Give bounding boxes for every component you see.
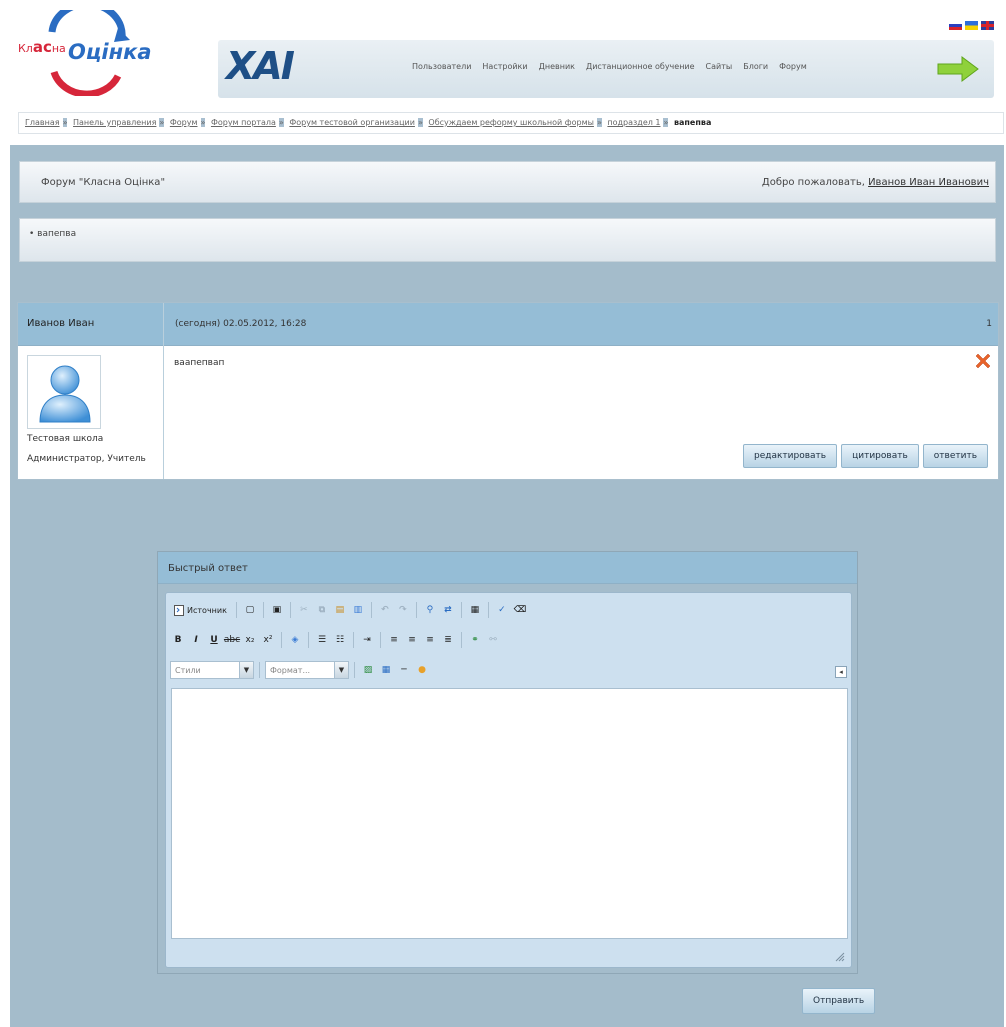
template-icon[interactable]: ▣ <box>269 602 285 618</box>
redo-icon[interactable]: ↷ <box>395 602 411 618</box>
current-user-link[interactable]: Иванов Иван Иванович <box>868 177 989 188</box>
remove-format-icon[interactable]: ⌫ <box>512 602 528 618</box>
topic-title: • вапепва <box>29 229 77 239</box>
bulleted-list-icon[interactable]: ☷ <box>332 632 348 648</box>
nav-item-sites[interactable]: Сайты <box>706 62 733 71</box>
breadcrumb-subsection[interactable]: подраздел 1 <box>607 118 660 127</box>
nav-item-diary[interactable]: Дневник <box>539 62 575 71</box>
justify-icon[interactable]: ≣ <box>440 632 456 648</box>
ua-flag-icon[interactable] <box>965 21 978 30</box>
post-author-info: Тестовая школа Администратор, Учитель <box>18 346 164 479</box>
submit-button[interactable]: Отправить <box>802 988 876 1014</box>
editor-toolbar-row-1: Источник ▢ ▣ ✂ ⧉ ▤ ▥ ↶ ↷ ⚲ ⇄ ▦ ✓ ⌫ <box>170 600 528 620</box>
quick-reply-title: Быстрый ответ <box>158 552 857 584</box>
cut-icon[interactable]: ✂ <box>296 602 312 618</box>
numbered-list-icon[interactable]: ☰ <box>314 632 330 648</box>
partner-logo[interactable]: ХАІ <box>226 44 295 88</box>
breadcrumb-portal-forum[interactable]: Форум портала <box>211 118 276 127</box>
editor-toolbar-row-3: Стили ▼ Формат... ▼ ▨ ▦ ─ ● <box>170 660 430 680</box>
align-left-icon[interactable]: ≡ <box>386 632 402 648</box>
forum-header-bar: Форум "Класна Оцінка" Добро пожаловать, … <box>19 161 996 203</box>
align-center-icon[interactable]: ≡ <box>404 632 420 648</box>
breadcrumb-current: вапепва <box>673 118 712 127</box>
replace-icon[interactable]: ⇄ <box>440 602 456 618</box>
welcome-message: Добро пожаловать, Иванов Иван Иванович <box>761 177 989 188</box>
collapse-toolbar-button[interactable]: ◂ <box>835 666 847 678</box>
copy-icon[interactable]: ⧉ <box>314 602 330 618</box>
chevron-down-icon: ▼ <box>239 662 253 678</box>
top-navigation: ХАІ Пользователи Настройки Дневник Диста… <box>218 40 994 98</box>
nav-item-settings[interactable]: Настройки <box>482 62 527 71</box>
breadcrumb: Главная» Панель управления» Форум» Форум… <box>18 112 1004 134</box>
nav-item-distance-learning[interactable]: Дистанционное обучение <box>586 62 695 71</box>
breadcrumb-test-org-forum[interactable]: Форум тестовой организации <box>289 118 415 127</box>
chevron-down-icon: ▼ <box>334 662 348 678</box>
nav-item-users[interactable]: Пользователи <box>412 62 471 71</box>
eraser-icon[interactable]: ◈ <box>287 632 303 648</box>
post-actions: редактировать цитировать ответить <box>743 444 988 468</box>
quick-reply-panel: Быстрый ответ Источник ▢ ▣ ✂ ⧉ ▤ ▥ ↶ ↷ ⚲… <box>157 551 858 974</box>
author-school: Тестовая школа <box>27 434 104 444</box>
breadcrumb-forum[interactable]: Форум <box>170 118 198 127</box>
site-logo[interactable]: Класна Оцінка <box>14 10 174 96</box>
breadcrumb-reform-topic[interactable]: Обсуждаем реформу школьной формы <box>428 118 594 127</box>
paste-text-icon[interactable]: ▥ <box>350 602 366 618</box>
language-switcher <box>949 21 994 30</box>
strikethrough-icon[interactable]: abc <box>224 632 240 648</box>
nav-links: Пользователи Настройки Дневник Дистанцио… <box>412 62 807 71</box>
resize-handle-icon[interactable] <box>835 952 845 962</box>
green-arrow-icon[interactable] <box>936 56 980 82</box>
smiley-icon[interactable]: ● <box>414 662 430 678</box>
logo-text-word: Оцінка <box>68 40 152 64</box>
spellcheck-icon[interactable]: ✓ <box>494 602 510 618</box>
indent-icon[interactable]: ⇥ <box>359 632 375 648</box>
source-icon <box>174 604 184 616</box>
forum-title: Форум "Класна Оцінка" <box>41 177 166 188</box>
user-avatar-icon <box>39 365 91 423</box>
ru-flag-icon[interactable] <box>949 21 962 30</box>
forum-panel: Форум "Класна Оцінка" Добро пожаловать, … <box>10 145 1004 1027</box>
undo-icon[interactable]: ↶ <box>377 602 393 618</box>
author-roles: Администратор, Учитель <box>27 454 146 464</box>
preview-icon[interactable]: ▢ <box>242 602 258 618</box>
post-author[interactable]: Иванов Иван <box>18 303 164 346</box>
format-dropdown[interactable]: Формат... ▼ <box>265 661 349 679</box>
styles-dropdown[interactable]: Стили ▼ <box>170 661 254 679</box>
delete-icon[interactable] <box>975 353 991 369</box>
rich-text-editor: Источник ▢ ▣ ✂ ⧉ ▤ ▥ ↶ ↷ ⚲ ⇄ ▦ ✓ ⌫ B I U… <box>165 592 852 968</box>
subscript-icon[interactable]: x₂ <box>242 632 258 648</box>
unlink-icon[interactable]: ⚯ <box>485 632 501 648</box>
horizontal-rule-icon[interactable]: ─ <box>396 662 412 678</box>
paste-icon[interactable]: ▤ <box>332 602 348 618</box>
quote-button[interactable]: цитировать <box>841 444 919 468</box>
nav-item-forum[interactable]: Форум <box>779 62 807 71</box>
reply-text-area[interactable] <box>171 688 848 939</box>
topic-bar: • вапепва <box>19 218 996 262</box>
breadcrumb-home[interactable]: Главная <box>25 118 60 127</box>
logo-text-left: Класна <box>18 38 66 56</box>
forum-post: Иванов Иван (сегодня) 02.05.2012, 16:28 … <box>17 302 999 480</box>
link-icon[interactable]: ⚭ <box>467 632 483 648</box>
avatar <box>27 355 101 429</box>
post-date: (сегодня) 02.05.2012, 16:28 <box>175 319 307 329</box>
post-number[interactable]: 1 <box>986 319 992 329</box>
gb-flag-icon[interactable] <box>981 21 994 30</box>
find-icon[interactable]: ⚲ <box>422 602 438 618</box>
reply-button[interactable]: ответить <box>922 444 988 468</box>
bold-icon[interactable]: B <box>170 632 186 648</box>
image-icon[interactable]: ▨ <box>360 662 376 678</box>
underline-icon[interactable]: U <box>206 632 222 648</box>
post-header: Иванов Иван (сегодня) 02.05.2012, 16:28 … <box>18 303 998 346</box>
nav-item-blogs[interactable]: Блоги <box>743 62 768 71</box>
select-all-icon[interactable]: ▦ <box>467 602 483 618</box>
superscript-icon[interactable]: x² <box>260 632 276 648</box>
post-body: ваапепвап <box>174 358 225 368</box>
edit-button[interactable]: редактировать <box>743 444 838 468</box>
source-button[interactable]: Источник <box>170 602 231 618</box>
align-right-icon[interactable]: ≡ <box>422 632 438 648</box>
editor-toolbar-row-2: B I U abc x₂ x² ◈ ☰ ☷ ⇥ ≡ ≡ ≡ ≣ ⚭ ⚯ <box>170 630 501 650</box>
italic-icon[interactable]: I <box>188 632 204 648</box>
table-icon[interactable]: ▦ <box>378 662 394 678</box>
breadcrumb-control-panel[interactable]: Панель управления <box>73 118 156 127</box>
